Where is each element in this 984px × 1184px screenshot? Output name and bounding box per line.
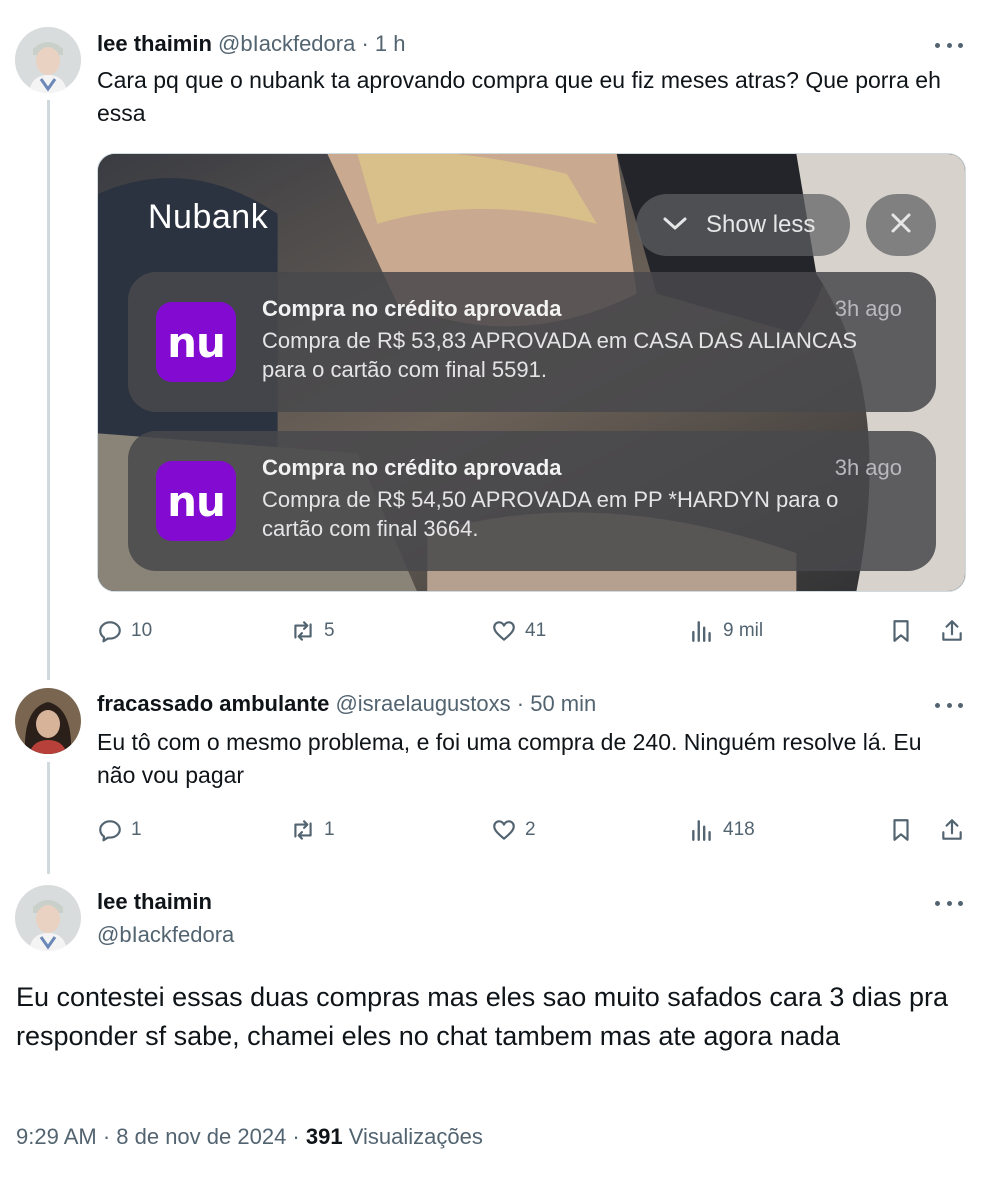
repost-icon <box>290 817 316 843</box>
separator-dot: · <box>361 31 369 56</box>
reply-count: 1 <box>131 819 142 840</box>
separator-dot: · <box>516 691 525 716</box>
notification-card[interactable]: nu Compra no crédito aprovada 3h ago Com… <box>128 431 936 571</box>
views-label: Visualizações <box>348 1124 483 1149</box>
author-handle[interactable]: @israelaugustoxs <box>335 691 510 716</box>
notification-time: 3h ago <box>834 455 902 480</box>
action-bar: 10 5 41 9 mil <box>97 614 967 648</box>
close-icon <box>889 211 913 240</box>
tweet-header: fracassado ambulante @israelaugustoxs · … <box>97 690 596 718</box>
repost-button[interactable]: 1 <box>290 813 335 847</box>
views-icon <box>689 618 715 644</box>
tweet-time[interactable]: 50 min <box>530 691 596 716</box>
reply-icon <box>97 817 123 843</box>
share-button[interactable] <box>939 813 965 847</box>
author-name[interactable]: fracassado ambulante <box>97 691 329 716</box>
repost-count: 1 <box>324 819 335 840</box>
author-name[interactable]: lee thaimin <box>97 31 212 56</box>
reply-button[interactable]: 10 <box>97 614 152 648</box>
more-icon[interactable] <box>932 35 966 55</box>
app-title: Nubank <box>148 198 269 236</box>
like-icon <box>491 817 517 843</box>
views-button[interactable]: 9 mil <box>689 614 763 648</box>
reply-icon <box>97 618 123 644</box>
share-icon <box>939 618 965 644</box>
tweet-text: Eu tô com o mesmo problema, e foi uma co… <box>97 729 922 788</box>
avatar[interactable] <box>15 688 81 754</box>
tweet-timestamp: 9:29 AM · 8 de nov de 2024 · 391 Visuali… <box>16 1124 483 1150</box>
tweet-text: Eu contestei essas duas compras mas eles… <box>16 982 948 1051</box>
notification-body: Compra de R$ 53,83 APROVADA em CASA DAS … <box>262 328 858 382</box>
notification-title: Compra no crédito aprovada <box>262 296 562 321</box>
repost-icon <box>290 618 316 644</box>
views-count: 418 <box>723 819 755 840</box>
repost-button[interactable]: 5 <box>290 614 335 648</box>
like-count: 41 <box>525 620 547 641</box>
tweet-time[interactable]: 1 h <box>375 31 406 56</box>
notification-card[interactable]: nu Compra no crédito aprovada 3h ago Com… <box>128 272 936 412</box>
repost-count: 5 <box>324 620 335 641</box>
tweet-text: Cara pq que o nubank ta aprovando compra… <box>97 67 941 126</box>
like-count: 2 <box>525 819 536 840</box>
views-count: 391 <box>305 1124 343 1149</box>
author-name[interactable]: lee thaimin <box>97 888 212 916</box>
notification-title: Compra no crédito aprovada <box>262 455 562 480</box>
author-handle[interactable]: @bIackfedora <box>97 921 234 949</box>
notification-body: Compra de R$ 54,50 APROVADA em PP *HARDY… <box>262 487 839 541</box>
nubank-logo: nu <box>156 461 236 541</box>
tweet-media[interactable]: Nubank Show less nu Compra no crédito ap… <box>97 153 966 592</box>
reply-button[interactable]: 1 <box>97 813 142 847</box>
bookmark-button[interactable] <box>888 813 914 847</box>
thread-line <box>47 100 50 680</box>
close-button[interactable] <box>866 194 936 256</box>
more-icon[interactable] <box>932 695 966 715</box>
share-icon <box>939 817 965 843</box>
views-button[interactable]: 418 <box>689 813 755 847</box>
like-button[interactable]: 41 <box>491 614 546 648</box>
bookmark-icon <box>888 618 914 644</box>
action-bar: 1 1 2 418 <box>97 813 967 847</box>
thread-line <box>47 762 50 874</box>
avatar[interactable] <box>15 27 81 93</box>
chevron-down-icon <box>662 211 688 239</box>
reply-count: 10 <box>131 620 153 641</box>
nubank-logo: nu <box>156 302 236 382</box>
tweet-header: lee thaimin @bIackfedora · 1 h <box>97 30 406 58</box>
like-button[interactable]: 2 <box>491 813 536 847</box>
views-count: 9 mil <box>723 620 764 641</box>
avatar[interactable] <box>15 885 81 951</box>
like-icon <box>491 618 517 644</box>
show-less-button[interactable]: Show less <box>636 194 850 256</box>
timestamp-text[interactable]: 9:29 AM · 8 de nov de 2024 · <box>16 1124 300 1149</box>
views-icon <box>689 817 715 843</box>
author-handle[interactable]: @bIackfedora <box>218 31 355 56</box>
bookmark-icon <box>888 817 914 843</box>
bookmark-button[interactable] <box>888 614 914 648</box>
more-icon[interactable] <box>932 893 966 913</box>
share-button[interactable] <box>939 614 965 648</box>
show-less-label: Show less <box>706 211 816 238</box>
notification-time: 3h ago <box>834 296 902 321</box>
